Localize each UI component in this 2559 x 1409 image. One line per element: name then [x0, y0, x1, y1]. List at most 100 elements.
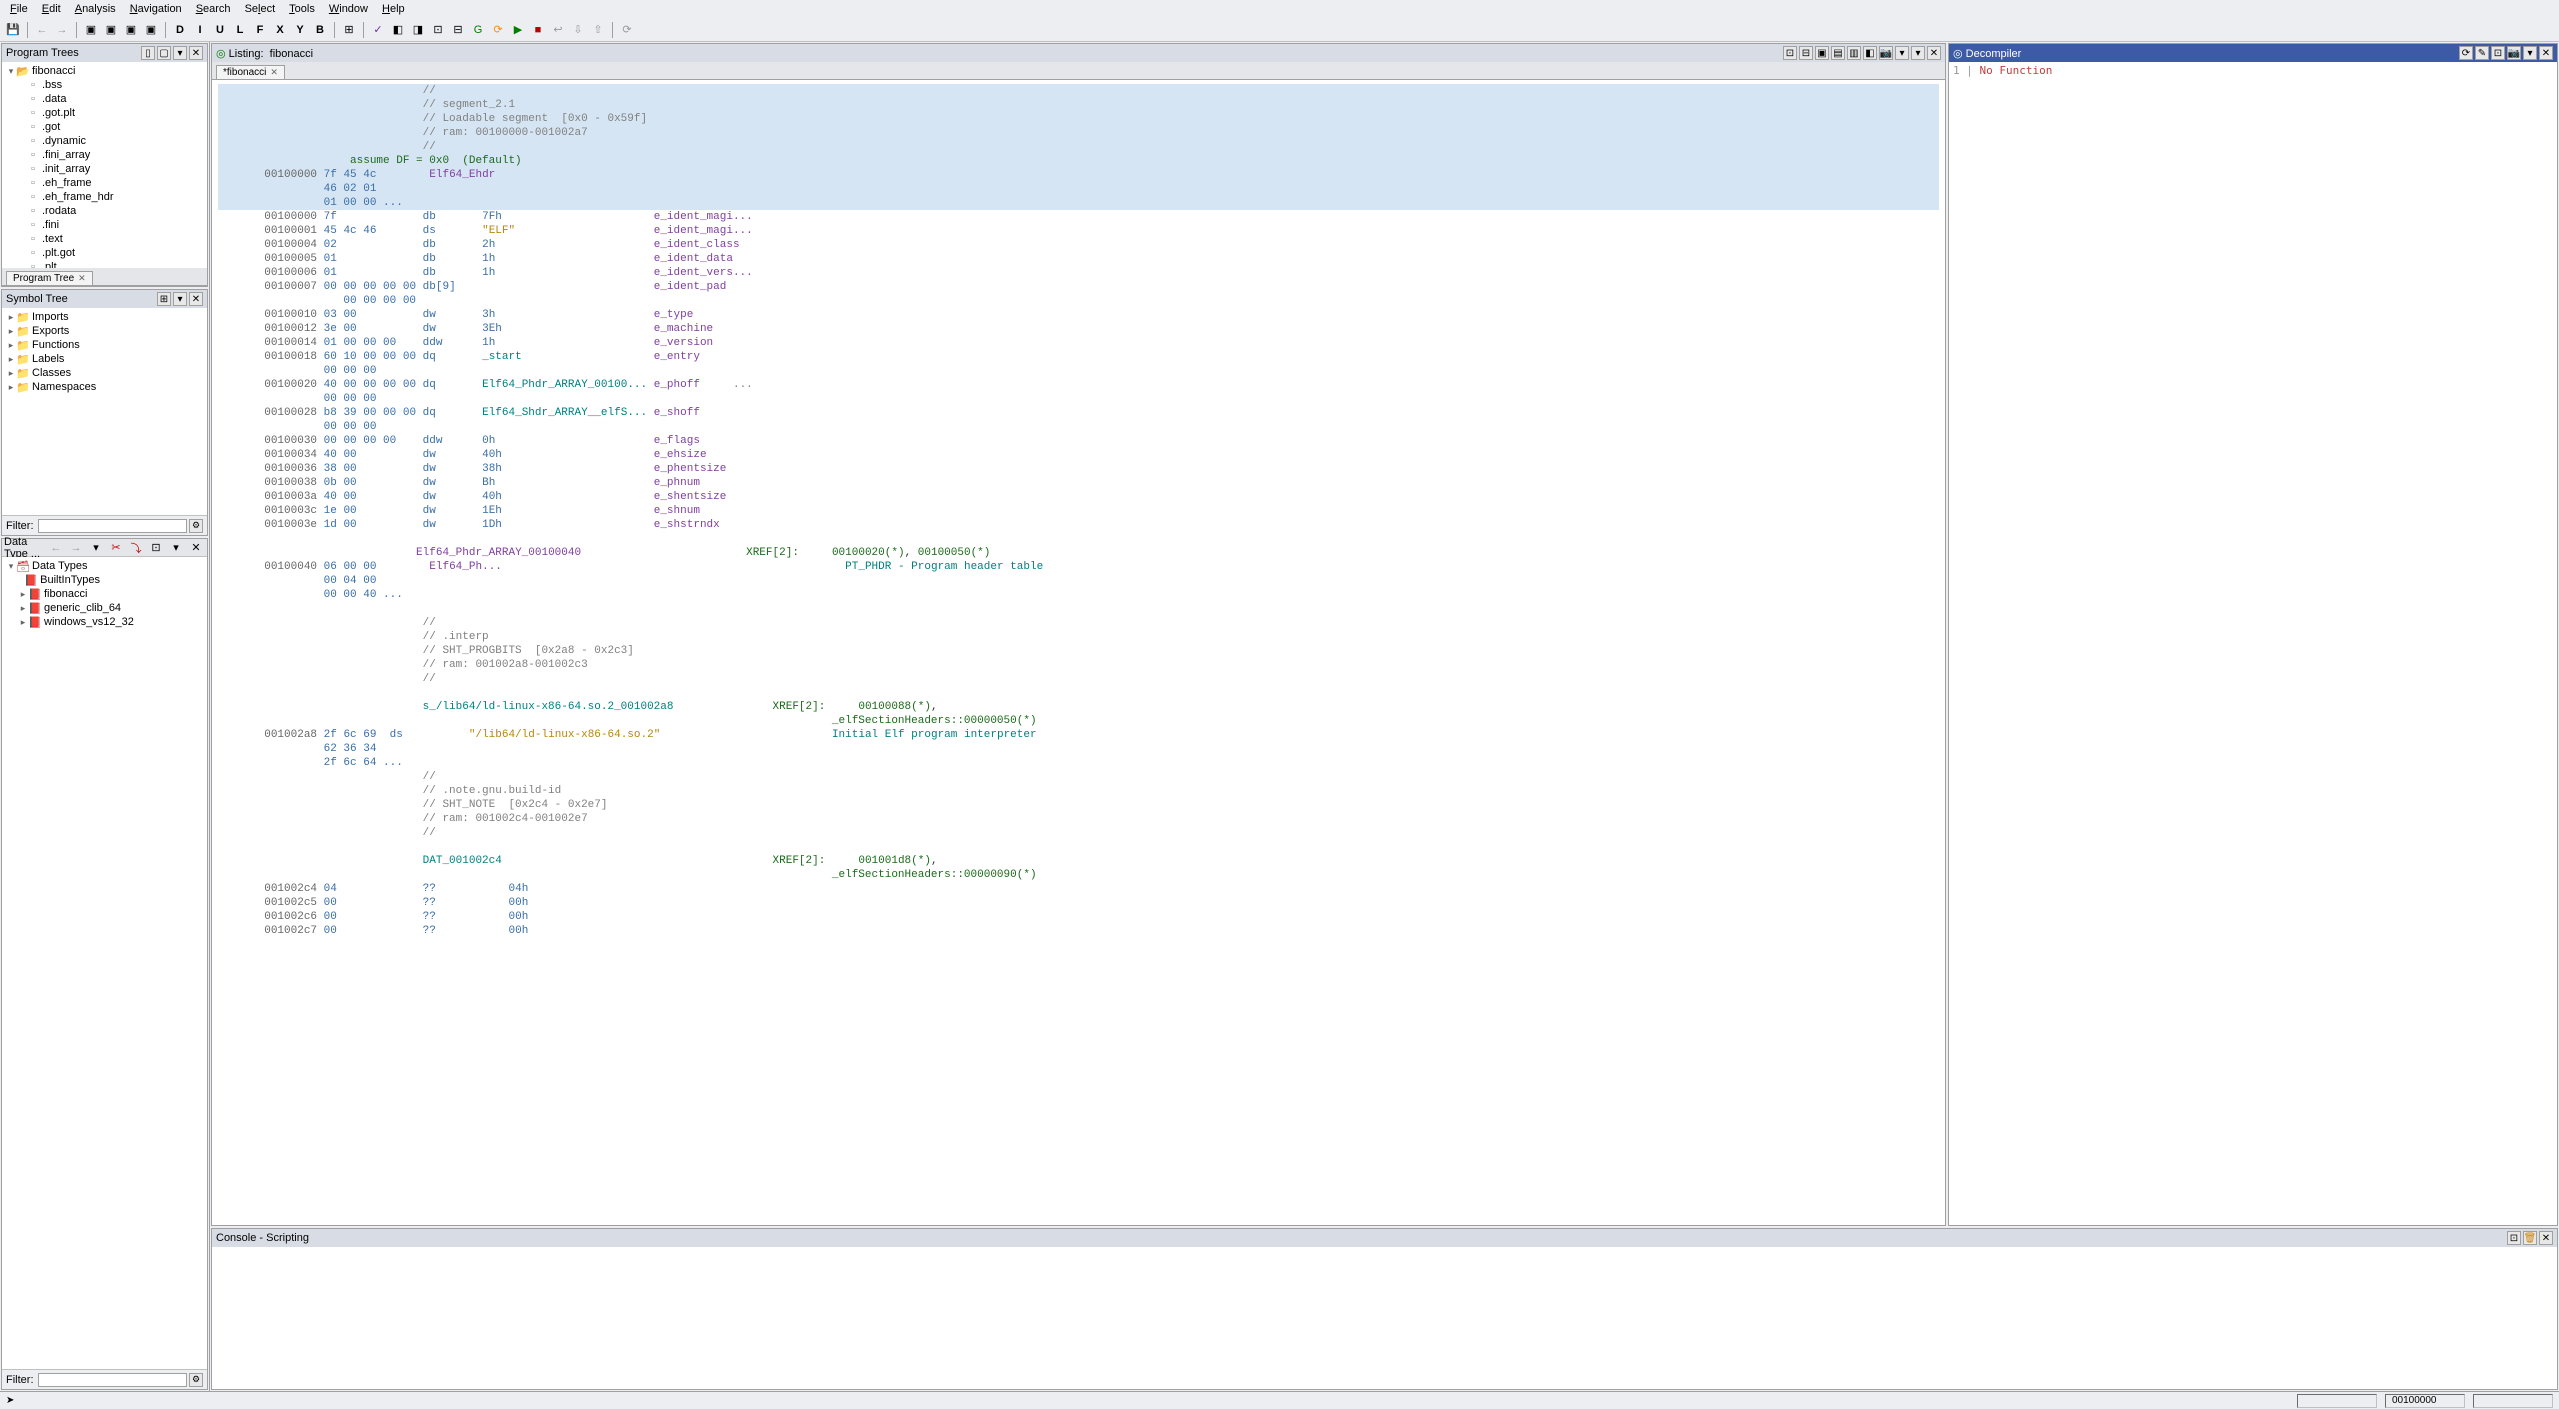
- li-icon-4[interactable]: ▤: [1831, 46, 1845, 60]
- close-icon[interactable]: ✕: [78, 273, 86, 284]
- symbol-tree-item[interactable]: ▸📁Classes: [4, 366, 205, 380]
- symbol-tree-item[interactable]: ▸📁Functions: [4, 338, 205, 352]
- close-icon[interactable]: ✕: [2539, 46, 2553, 60]
- snapshot-icon[interactable]: 📷: [1879, 46, 1893, 60]
- tree-section-item[interactable]: ▫.eh_frame: [4, 176, 205, 190]
- close-icon[interactable]: ✕: [189, 46, 203, 60]
- tree-section-item[interactable]: ▫.eh_frame_hdr: [4, 190, 205, 204]
- tb-btn-x[interactable]: X: [271, 21, 289, 39]
- tb-btn-f[interactable]: F: [251, 21, 269, 39]
- tree-section-item[interactable]: ▫.fini_array: [4, 148, 205, 162]
- tb-btn-d[interactable]: D: [171, 21, 189, 39]
- tb-btn-u[interactable]: U: [211, 21, 229, 39]
- dt-btn-4[interactable]: ⊡: [147, 539, 165, 557]
- tree-section-item[interactable]: ▫.got.plt: [4, 106, 205, 120]
- tree-section-item[interactable]: ▫.fini: [4, 218, 205, 232]
- dc-icon-2[interactable]: ✎: [2475, 46, 2489, 60]
- dc-icon-1[interactable]: ⟳: [2459, 46, 2473, 60]
- menu-edit[interactable]: Edit: [36, 2, 67, 16]
- tb-btn-l[interactable]: L: [231, 21, 249, 39]
- menu-file[interactable]: File: [4, 2, 34, 16]
- tb-btn-b[interactable]: B: [311, 21, 329, 39]
- li-icon-2[interactable]: ⊟: [1799, 46, 1813, 60]
- datatype-tree[interactable]: ▾🗃Data Types 📕BuiltInTypes▸📕fibonacci▸📕g…: [2, 557, 207, 631]
- symbol-filter-input[interactable]: [38, 519, 188, 533]
- menu-help[interactable]: Help: [376, 2, 411, 16]
- cs-icon-1[interactable]: ⊡: [2507, 1231, 2521, 1245]
- tb-btn-8[interactable]: ⊡: [429, 21, 447, 39]
- tb-btn-5[interactable]: ⊞: [340, 21, 358, 39]
- symbol-tree[interactable]: ▸📁Imports▸📁Exports▸📁Functions▸📁Labels▸📁C…: [2, 308, 207, 396]
- li-icon-1[interactable]: ⊡: [1783, 46, 1797, 60]
- pt-icon-2[interactable]: ▢: [157, 46, 171, 60]
- tab-fibonacci[interactable]: *fibonacci✕: [216, 65, 285, 79]
- save-button[interactable]: 💾: [4, 21, 22, 39]
- tb-btn-4[interactable]: ▣: [142, 21, 160, 39]
- pt-icon-1[interactable]: ▯: [141, 46, 155, 60]
- tb-btn-13[interactable]: ⟳: [618, 21, 636, 39]
- gear-icon[interactable]: ⚙: [189, 1373, 203, 1387]
- tb-btn-v[interactable]: Y: [291, 21, 309, 39]
- tree-section-item[interactable]: ▫.dynamic: [4, 134, 205, 148]
- li-icon-3[interactable]: ▣: [1815, 46, 1829, 60]
- snapshot-icon[interactable]: 📷: [2507, 46, 2521, 60]
- symbol-tree-item[interactable]: ▸📁Imports: [4, 310, 205, 324]
- tree-root[interactable]: fibonacci: [32, 65, 75, 77]
- tb-btn-3[interactable]: ▣: [122, 21, 140, 39]
- st-icon-1[interactable]: ⊞: [157, 292, 171, 306]
- console-view[interactable]: [212, 1247, 2557, 1389]
- menu-search[interactable]: Search: [190, 2, 237, 16]
- datatype-root[interactable]: Data Types: [32, 560, 87, 572]
- tree-section-item[interactable]: ▫.plt: [4, 260, 205, 268]
- tb-btn-check[interactable]: ✓: [369, 21, 387, 39]
- close-icon[interactable]: ✕: [2539, 1231, 2553, 1245]
- tree-section-item[interactable]: ▫.text: [4, 232, 205, 246]
- menu-window[interactable]: Window: [323, 2, 374, 16]
- li-icon-7[interactable]: ▾: [1895, 46, 1909, 60]
- close-icon[interactable]: ✕: [189, 292, 203, 306]
- dt-btn-1[interactable]: ▾: [87, 539, 105, 557]
- tb-btn-1[interactable]: ▣: [82, 21, 100, 39]
- cs-icon-2[interactable]: 🗑: [2523, 1231, 2537, 1245]
- symbol-tree-item[interactable]: ▸📁Labels: [4, 352, 205, 366]
- close-icon[interactable]: ✕: [270, 67, 278, 78]
- tb-btn-2[interactable]: ▣: [102, 21, 120, 39]
- tree-section-item[interactable]: ▫.plt.got: [4, 246, 205, 260]
- tb-btn-stop[interactable]: ■: [529, 21, 547, 39]
- nav-back-button[interactable]: ←: [33, 21, 51, 39]
- tree-section-item[interactable]: ▫.got: [4, 120, 205, 134]
- menu-tools[interactable]: Tools: [283, 2, 321, 16]
- menu-select[interactable]: Select: [239, 2, 282, 16]
- tab-program-tree[interactable]: Program Tree✕: [6, 271, 93, 285]
- tb-btn-11[interactable]: ⇩: [569, 21, 587, 39]
- tb-btn-6[interactable]: ◧: [389, 21, 407, 39]
- tb-btn-i[interactable]: I: [191, 21, 209, 39]
- tb-btn-10[interactable]: ↩: [549, 21, 567, 39]
- tb-btn-7[interactable]: ◨: [409, 21, 427, 39]
- datatype-item[interactable]: 📕BuiltInTypes: [4, 573, 205, 587]
- camera-icon[interactable]: ▾: [173, 46, 187, 60]
- datatype-item[interactable]: ▸📕fibonacci: [4, 587, 205, 601]
- symbol-tree-item[interactable]: ▸📁Exports: [4, 324, 205, 338]
- close-icon[interactable]: ✕: [187, 539, 205, 557]
- tree-section-item[interactable]: ▫.bss: [4, 78, 205, 92]
- st-icon-2[interactable]: ▾: [173, 292, 187, 306]
- tree-section-item[interactable]: ▫.rodata: [4, 204, 205, 218]
- dt-btn-5[interactable]: ▾: [167, 539, 185, 557]
- dt-nav-back[interactable]: ←: [47, 539, 65, 557]
- listing-view[interactable]: // // segment_2.1 // Loadable segment [0…: [212, 80, 1945, 942]
- tb-btn-9[interactable]: ⊟: [449, 21, 467, 39]
- datatype-item[interactable]: ▸📕windows_vs12_32: [4, 615, 205, 629]
- close-icon[interactable]: ✕: [1927, 46, 1941, 60]
- gear-icon[interactable]: ⚙: [189, 519, 203, 533]
- tb-btn-cy[interactable]: ⟳: [489, 21, 507, 39]
- li-icon-8[interactable]: ▾: [1911, 46, 1925, 60]
- dc-icon-3[interactable]: ⊡: [2491, 46, 2505, 60]
- nav-fwd-button[interactable]: →: [53, 21, 71, 39]
- program-tree[interactable]: ▾📂fibonacci ▫.bss▫.data▫.got.plt▫.got▫.d…: [2, 62, 207, 268]
- li-icon-6[interactable]: ◧: [1863, 46, 1877, 60]
- li-icon-5[interactable]: ▥: [1847, 46, 1861, 60]
- tree-section-item[interactable]: ▫.data: [4, 92, 205, 106]
- menu-navigation[interactable]: Navigation: [124, 2, 188, 16]
- datatype-filter-input[interactable]: [38, 1373, 188, 1387]
